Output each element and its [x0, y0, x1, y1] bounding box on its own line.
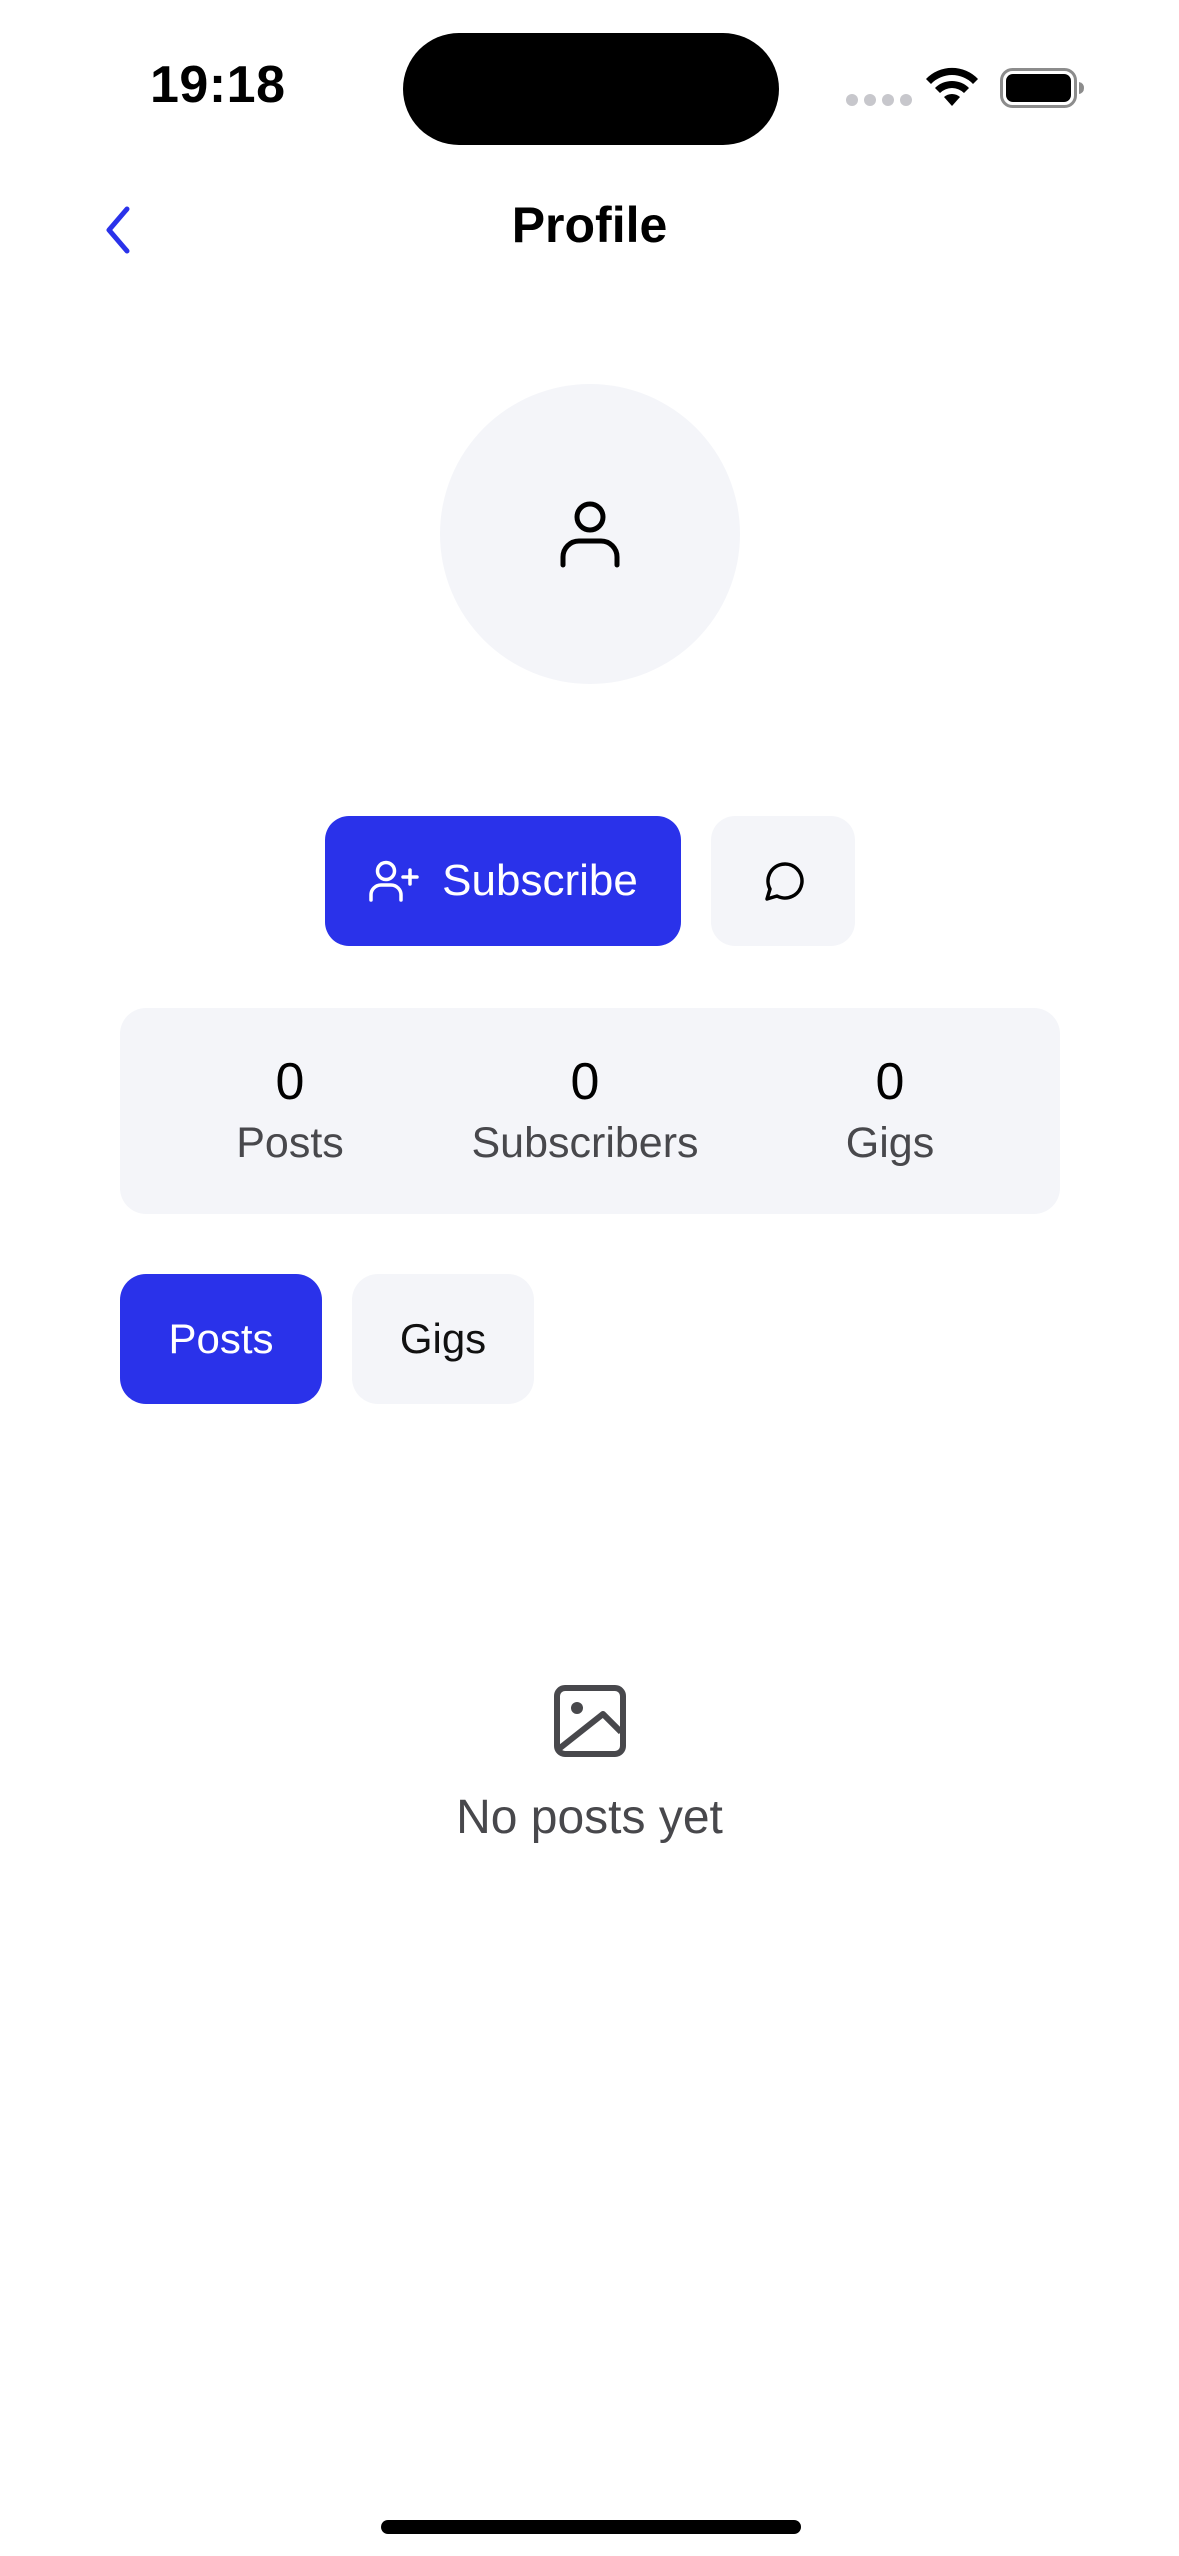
stat-value: 0 [570, 1053, 600, 1111]
subscribe-label: Subscribe [442, 856, 638, 905]
page-title: Profile [511, 197, 668, 253]
stat-value: 0 [275, 1053, 305, 1111]
stats-card: 0 Posts 0 Subscribers 0 Gigs [120, 1008, 1060, 1214]
user-plus-icon [369, 860, 419, 902]
subscribe-button[interactable]: Subscribe [325, 816, 681, 946]
battery-icon [1000, 68, 1084, 108]
stat-label: Gigs [845, 1119, 935, 1167]
stat-label: Posts [236, 1119, 344, 1167]
status-time: 19:18 [150, 56, 286, 114]
cellular-signal-icon [846, 94, 912, 106]
avatar [440, 384, 740, 684]
message-button[interactable] [711, 816, 855, 946]
stat-label: Subscribers [471, 1119, 699, 1167]
dynamic-island [403, 33, 779, 145]
stat-posts: 0 Posts [235, 1056, 345, 1165]
home-indicator[interactable] [381, 2520, 801, 2534]
stat-gigs: 0 Gigs [835, 1056, 945, 1165]
tab-gigs[interactable]: Gigs [352, 1274, 534, 1404]
wifi-icon [926, 67, 978, 106]
user-icon [560, 501, 620, 568]
image-icon [554, 1685, 626, 1757]
stat-subscribers: 0 Subscribers [460, 1056, 710, 1165]
message-circle-icon [765, 862, 804, 901]
tab-posts[interactable]: Posts [120, 1274, 322, 1404]
empty-state-text: No posts yet [456, 1791, 723, 1844]
stat-value: 0 [875, 1053, 905, 1111]
